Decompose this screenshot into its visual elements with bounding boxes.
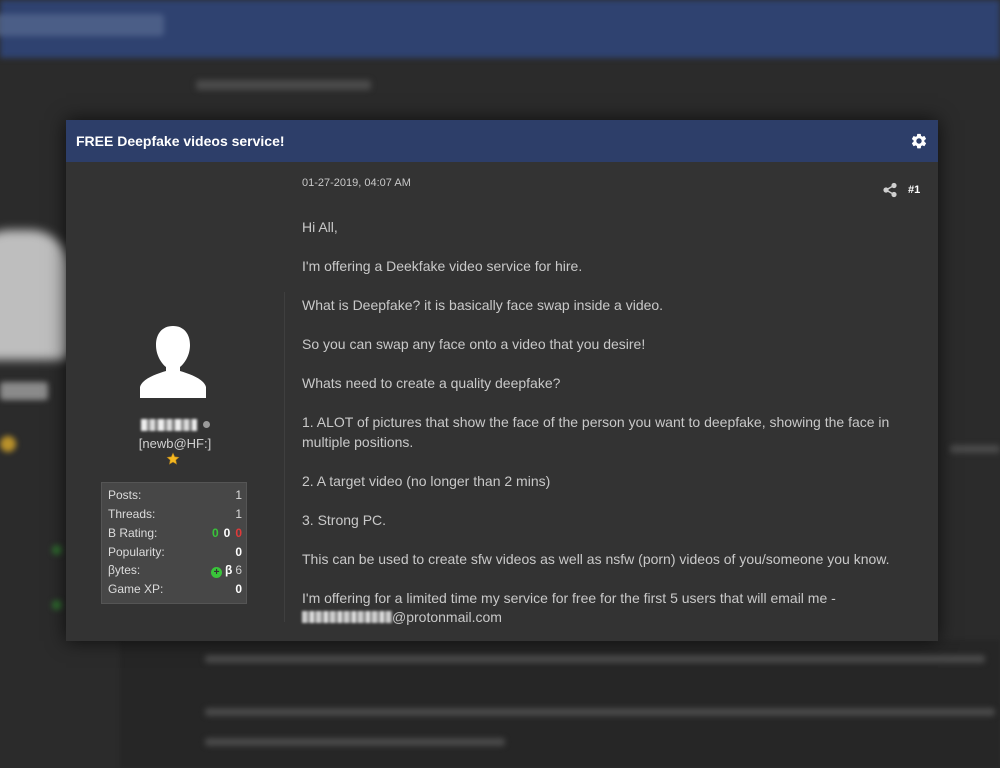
post-paragraph: What is Deepfake? it is basically face s… bbox=[302, 297, 664, 313]
stat-game-xp-value[interactable]: 0 bbox=[235, 582, 242, 596]
post-paragraph: 1. ALOT of pictures that show the face o… bbox=[302, 414, 890, 450]
stat-threads-label: Threads: bbox=[108, 507, 156, 521]
b-rating-negative: 0 bbox=[235, 526, 242, 540]
stat-b-rating-value[interactable]: 000 bbox=[212, 526, 242, 540]
user-stats-box: Posts: 1 Threads: 1 B Rating: 000 Popula… bbox=[101, 482, 247, 604]
stat-posts-value[interactable]: 1 bbox=[235, 488, 242, 502]
post-body: Hi All, I'm offering a Deekfake video se… bbox=[302, 218, 914, 628]
default-avatar-icon[interactable] bbox=[138, 324, 208, 400]
stat-bytes: βytes: + β 6 bbox=[108, 563, 242, 581]
stat-b-rating: B Rating: 000 bbox=[108, 526, 242, 544]
background-indicator bbox=[52, 545, 62, 555]
background-star bbox=[0, 436, 16, 452]
background-text-line bbox=[205, 708, 995, 716]
post-paragraph: This can be used to create sfw videos as… bbox=[302, 550, 890, 567]
post-date: 01-27-2019, 04:07 AM bbox=[302, 177, 411, 189]
background-text-line bbox=[205, 738, 505, 746]
share-icon[interactable] bbox=[882, 182, 898, 203]
b-rating-positive: 0 bbox=[211, 526, 219, 540]
gear-icon[interactable] bbox=[910, 132, 928, 150]
stat-popularity: Popularity: 0 bbox=[108, 545, 242, 563]
user-info-column: [newb@HF:] Posts: 1 Threads: 1 B Rating:… bbox=[66, 162, 284, 641]
stat-bytes-value[interactable]: + β 6 bbox=[210, 563, 242, 578]
stat-game-xp-label: Game XP: bbox=[108, 582, 164, 596]
background-indicator bbox=[52, 600, 62, 610]
background-username bbox=[0, 382, 48, 400]
background-avatar bbox=[0, 230, 70, 360]
thread-header: FREE Deepfake videos service! bbox=[66, 120, 938, 162]
background-breadcrumb bbox=[196, 80, 371, 90]
email-domain: @protonmail.com bbox=[392, 609, 502, 625]
post-paragraph-last-text: I'm offering for a limited time my servi… bbox=[302, 589, 836, 606]
bytes-amount: 6 bbox=[235, 563, 242, 577]
background-logo bbox=[0, 14, 164, 36]
stat-posts: Posts: 1 bbox=[108, 488, 242, 506]
post-paragraph: Hi All, bbox=[302, 219, 338, 235]
thread-post-modal: FREE Deepfake videos service! [newb@HF:]… bbox=[66, 120, 938, 641]
post-paragraph: So you can swap any face onto a video th… bbox=[302, 336, 646, 352]
stat-posts-label: Posts: bbox=[108, 488, 142, 502]
username-redacted[interactable] bbox=[140, 418, 197, 431]
post-content-column: 01-27-2019, 04:07 AM #1 Hi All, I'm offe… bbox=[302, 162, 922, 641]
background-top-bar bbox=[0, 0, 1000, 58]
stat-popularity-value[interactable]: 0 bbox=[235, 545, 242, 559]
stat-threads: Threads: 1 bbox=[108, 507, 242, 525]
post-paragraph: 3. Strong PC. bbox=[302, 511, 387, 528]
username-row bbox=[66, 416, 284, 434]
background-text-line bbox=[205, 655, 985, 663]
column-divider bbox=[284, 292, 285, 622]
post-paragraph: Whats need to create a quality deepfake? bbox=[302, 375, 561, 391]
post-paragraph: I'm offering a Deekfake video service fo… bbox=[302, 258, 583, 274]
thread-title[interactable]: FREE Deepfake videos service! bbox=[76, 133, 285, 149]
email-redacted bbox=[302, 611, 392, 623]
star-icon bbox=[166, 452, 180, 471]
background-text-line bbox=[950, 445, 1000, 453]
b-rating-neutral: 0 bbox=[223, 526, 231, 540]
stat-game-xp: Game XP: 0 bbox=[108, 582, 242, 600]
stat-b-rating-label: B Rating: bbox=[108, 526, 158, 540]
online-status-indicator bbox=[202, 421, 210, 429]
user-group-title: [newb@HF:] bbox=[138, 436, 212, 451]
post-number-link[interactable]: #1 bbox=[908, 184, 920, 196]
beta-symbol: β bbox=[224, 563, 233, 577]
stat-threads-value[interactable]: 1 bbox=[235, 507, 242, 521]
post-paragraph-last: I'm offering for a limited time my servi… bbox=[302, 589, 914, 628]
post-paragraph: 2. A target video (no longer than 2 mins… bbox=[302, 472, 551, 489]
plus-icon[interactable]: + bbox=[210, 567, 222, 578]
stat-popularity-label: Popularity: bbox=[108, 545, 165, 559]
stat-bytes-label: βytes: bbox=[108, 563, 141, 577]
